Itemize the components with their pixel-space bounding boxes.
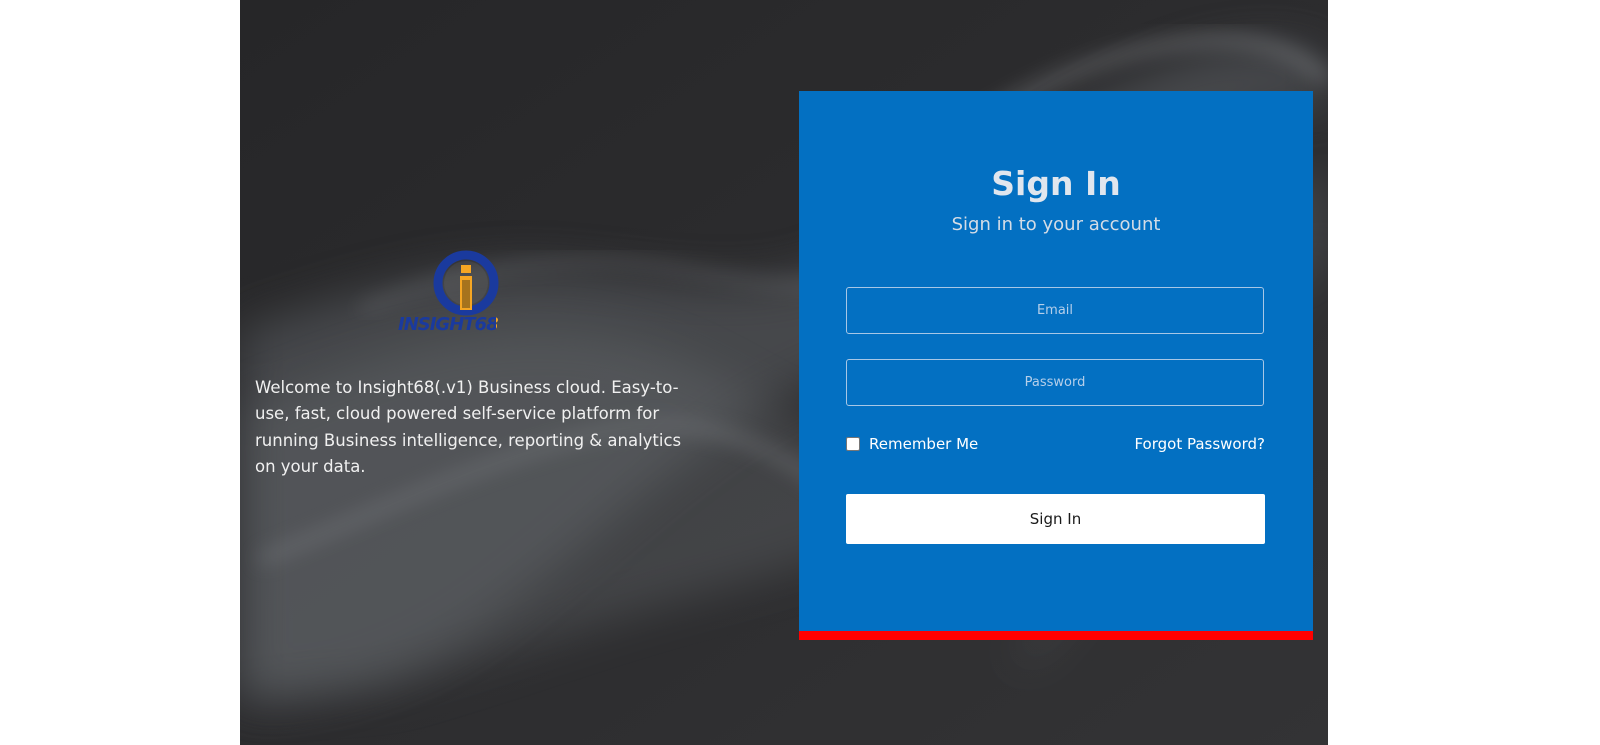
remember-me-label[interactable]: Remember Me — [869, 435, 978, 453]
remember-me-checkbox[interactable] — [846, 437, 860, 451]
signin-card: Sign In Sign in to your account Remember… — [799, 91, 1313, 640]
forgot-password-link[interactable]: Forgot Password? — [1134, 434, 1265, 454]
logo-text-68: INSIGHT68 — [496, 314, 534, 336]
password-input[interactable] — [846, 359, 1264, 406]
login-page: INSIGHT68 INSIGHT68 Welcome to Insight68… — [240, 0, 1328, 745]
welcome-text: Welcome to Insight68(.v1) Business cloud… — [255, 377, 682, 477]
email-input[interactable] — [846, 287, 1264, 334]
logo-text-accent: INSIGHT68 — [496, 314, 534, 336]
signin-subtitle: Sign in to your account — [951, 214, 1161, 235]
remember-me-control[interactable]: Remember Me — [846, 434, 978, 454]
insight68-logo: INSIGHT68 INSIGHT68 — [395, 250, 535, 340]
signin-button[interactable]: Sign In — [846, 494, 1265, 544]
logo-wordmark: INSIGHT68 INSIGHT68 — [398, 314, 534, 336]
signin-title: Sign In — [991, 164, 1121, 203]
